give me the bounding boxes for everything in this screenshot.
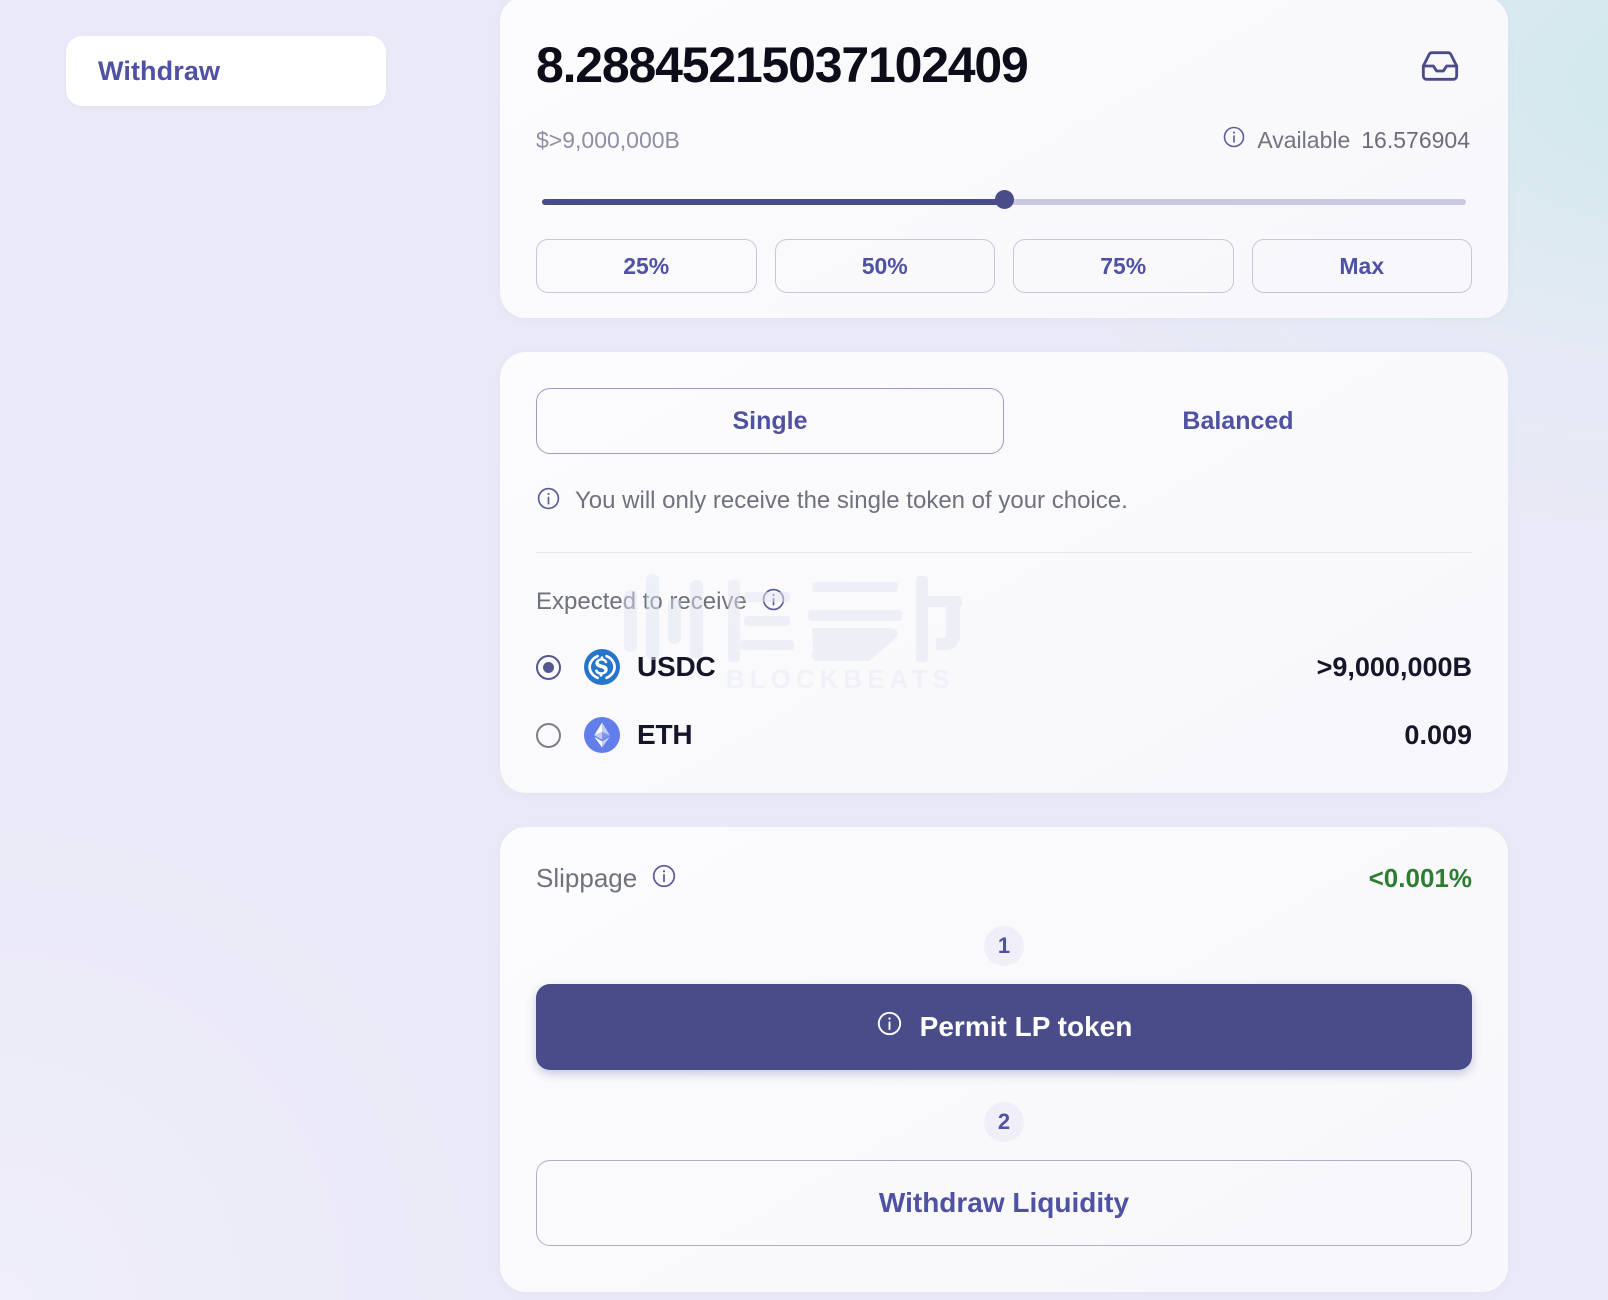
action-card: Slippage <0.001% 1 Permit LP token 2 Wit… [500,827,1508,1292]
info-circle-icon[interactable] [651,863,677,894]
tab-withdraw-label: Withdraw [98,56,220,87]
mode-hint-text: You will only receive the single token o… [575,487,1128,515]
slider-fill [542,199,1004,205]
usdc-icon [584,649,620,685]
mode-hint: You will only receive the single token o… [536,486,1472,516]
mode-toggle-group: Single Balanced [536,388,1472,454]
mode-tab-balanced[interactable]: Balanced [1004,388,1472,454]
lp-amount-input[interactable]: 8.28845215037102409 [536,30,1028,90]
section-divider [536,552,1472,553]
withdraw-panel: 8.28845215037102409 $>9,000,000B Availab… [500,0,1508,1292]
token-symbol: ETH [637,719,692,751]
available-label: Available [1257,127,1350,154]
slippage-label: Slippage [536,863,637,894]
radio-usdc[interactable] [536,655,561,680]
step-badge-2: 2 [984,1102,1024,1142]
usd-value: $>9,000,000B [536,127,680,154]
amount-slider[interactable] [536,193,1472,211]
withdraw-mode-card: Single Balanced You will only receive th… [500,352,1508,793]
info-circle-icon[interactable] [1222,125,1246,155]
inbox-icon[interactable] [1418,46,1462,91]
amount-card: 8.28845215037102409 $>9,000,000B Availab… [500,0,1508,318]
token-option-eth[interactable]: ETH 0.009 [536,717,1472,753]
percent-button-max[interactable]: Max [1252,239,1473,293]
withdraw-liquidity-button[interactable]: Withdraw Liquidity [536,1160,1472,1246]
step-badge-1: 1 [984,926,1024,966]
mode-tab-single[interactable]: Single [536,388,1004,454]
token-symbol: USDC [637,651,716,683]
mode-tabbar: Withdraw [66,36,386,106]
available-balance: Available 16.576904 [1222,125,1470,155]
slippage-value: <0.001% [1369,863,1472,894]
slippage-row: Slippage <0.001% [536,863,1472,894]
token-amount: >9,000,000B [1317,652,1472,683]
expected-to-receive-header: Expected to receive [536,587,1472,617]
permit-lp-token-label: Permit LP token [920,1011,1133,1043]
available-value: 16.576904 [1361,127,1470,154]
percent-button-25[interactable]: 25% [536,239,757,293]
permit-lp-token-button[interactable]: Permit LP token [536,984,1472,1070]
percent-shortcut-row: 25% 50% 75% Max [536,239,1472,293]
info-circle-icon [536,486,561,516]
token-amount: 0.009 [1404,720,1472,751]
slider-thumb[interactable] [995,190,1014,209]
radio-eth[interactable] [536,723,561,748]
withdraw-liquidity-label: Withdraw Liquidity [879,1187,1129,1219]
percent-button-50[interactable]: 50% [775,239,996,293]
info-circle-icon[interactable] [761,587,786,617]
token-option-usdc[interactable]: USDC >9,000,000B [536,649,1472,685]
percent-button-75[interactable]: 75% [1013,239,1234,293]
eth-icon [584,717,620,753]
info-circle-icon [876,1010,903,1044]
expected-to-receive-label: Expected to receive [536,588,747,616]
tab-withdraw[interactable]: Withdraw [66,36,386,106]
